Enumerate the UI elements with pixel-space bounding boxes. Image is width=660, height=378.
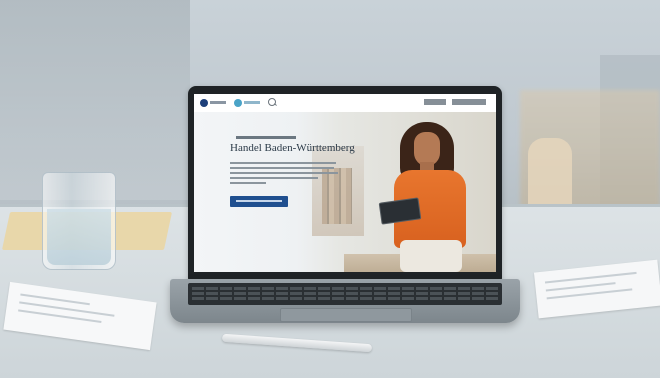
logo-secondary[interactable]: [234, 98, 260, 107]
background-shelf: [0, 0, 190, 200]
partner-logo-icon: [234, 98, 242, 107]
hero-cta-label: [236, 200, 282, 202]
laptop-base: [170, 279, 520, 323]
logo-primary[interactable]: [200, 98, 226, 107]
hero-description: [230, 162, 338, 187]
logo-wordmark: [210, 101, 226, 104]
keyboard: [188, 283, 502, 305]
website-header: [194, 94, 496, 113]
photo-scene: Handel Baden-Württemberg: [0, 0, 660, 378]
hero-title: Handel Baden-Württemberg: [230, 142, 355, 154]
logo-mark-icon: [200, 98, 208, 107]
face: [414, 132, 440, 166]
hero-overline: [236, 136, 296, 139]
water-glass: [42, 172, 116, 270]
woman-with-tablet: [378, 122, 476, 272]
glass-water: [47, 209, 111, 265]
laptop-lid: Handel Baden-Württemberg: [188, 86, 502, 280]
trackpad[interactable]: [280, 308, 412, 322]
hero-section: Handel Baden-Württemberg: [194, 112, 496, 272]
hero-cta-button[interactable]: [230, 196, 288, 207]
background-chair: [528, 138, 572, 210]
partner-wordmark: [244, 101, 260, 104]
nav-link-1[interactable]: [424, 99, 446, 105]
search-icon[interactable]: [268, 98, 276, 106]
laptop-screen: Handel Baden-Württemberg: [194, 94, 496, 272]
nav-link-2[interactable]: [452, 99, 486, 105]
light-pants: [400, 240, 462, 272]
